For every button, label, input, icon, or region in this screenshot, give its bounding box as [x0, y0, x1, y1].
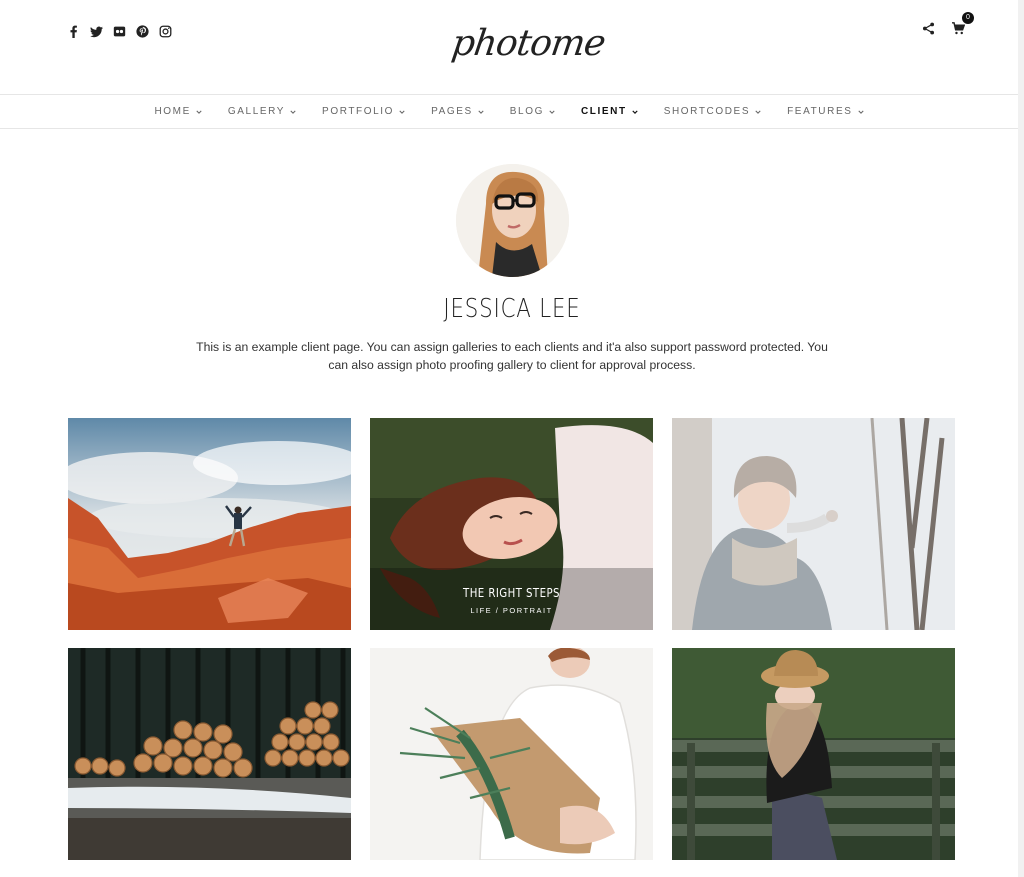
pinterest-icon[interactable]	[135, 24, 150, 39]
nav-item-pages[interactable]: PAGES	[418, 106, 497, 117]
gallery-image	[672, 648, 955, 860]
nav-item-label: SHORTCODES	[663, 106, 751, 117]
nav-item-label: PORTFOLIO	[322, 106, 395, 117]
nav-item-portfolio[interactable]: PORTFOLIO	[309, 106, 418, 117]
chevron-down-icon	[632, 109, 638, 114]
nav-item-shortcodes[interactable]: SHORTCODES	[651, 106, 774, 117]
nav-item-label: BLOG	[509, 106, 544, 117]
site-logo[interactable]: photome	[448, 18, 607, 70]
gallery-item[interactable]	[370, 648, 653, 860]
scrollbar[interactable]	[1018, 0, 1024, 877]
nav-item-label: HOME	[154, 106, 191, 117]
page: photome 0 HOME GALLERY PORTFOLIO PAGES B…	[0, 0, 1024, 877]
gallery-item-subtitle: LIFE / PORTRAIT	[470, 606, 553, 615]
site-header: photome 0	[0, 0, 1024, 94]
gallery-image	[370, 648, 653, 860]
header-actions: 0	[920, 12, 974, 36]
instagram-icon[interactable]	[158, 24, 173, 39]
chevron-down-icon	[290, 110, 296, 114]
nav-item-label: PAGES	[431, 106, 473, 117]
share-icon[interactable]	[920, 20, 936, 36]
cart-icon[interactable]: 0	[950, 12, 974, 36]
main-nav: HOME GALLERY PORTFOLIO PAGES BLOG CLIENT…	[0, 94, 1018, 129]
flickr-icon[interactable]	[112, 24, 127, 39]
nav-item-label: CLIENT	[580, 106, 627, 117]
gallery-image	[68, 648, 351, 860]
facebook-icon[interactable]	[66, 24, 81, 39]
client-name: JESSICA LEE	[443, 294, 581, 324]
chevron-down-icon	[857, 110, 864, 114]
gallery-item-title: THE RIGHT STEPS	[463, 586, 560, 600]
gallery-image	[68, 418, 351, 630]
client-description: This is an example client page. You can …	[196, 340, 828, 372]
nav-item-client[interactable]: CLIENT	[568, 106, 651, 117]
chevron-down-icon	[399, 110, 405, 114]
nav-item-gallery[interactable]: GALLERY	[215, 106, 309, 117]
gallery-item[interactable]	[68, 418, 351, 630]
nav-item-label: FEATURES	[787, 106, 853, 117]
chevron-down-icon	[478, 110, 484, 114]
client-avatar	[456, 164, 569, 277]
gallery-item[interactable]: THE RIGHT STEPS LIFE / PORTRAIT	[370, 418, 653, 630]
nav-item-features[interactable]: FEATURES	[774, 106, 876, 117]
gallery-item[interactable]	[68, 648, 351, 860]
gallery-item[interactable]	[672, 418, 955, 630]
twitter-icon[interactable]	[89, 24, 104, 39]
cart-count-badge: 0	[962, 12, 974, 24]
nav-item-blog[interactable]: BLOG	[497, 106, 568, 117]
gallery-item[interactable]	[672, 648, 955, 860]
social-links	[66, 24, 173, 39]
nav-item-home[interactable]: HOME	[141, 106, 214, 117]
chevron-down-icon	[196, 110, 202, 114]
nav-item-label: GALLERY	[227, 106, 286, 117]
gallery-image	[672, 418, 955, 630]
chevron-down-icon	[755, 110, 761, 114]
chevron-down-icon	[549, 110, 555, 114]
